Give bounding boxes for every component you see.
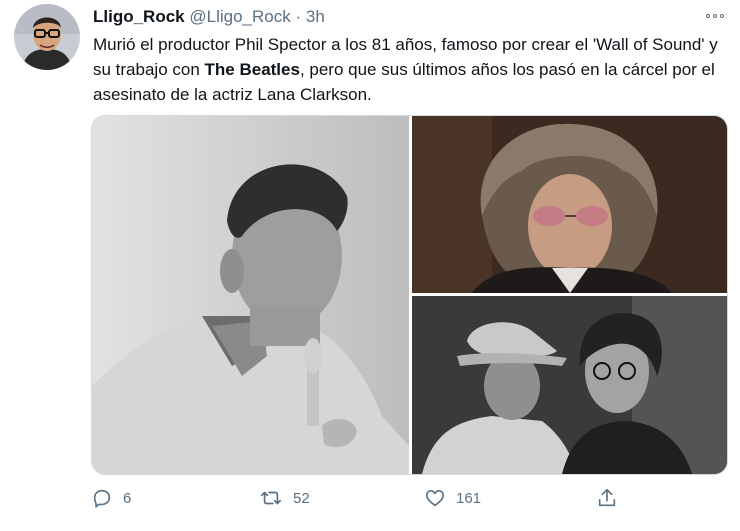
tweet-text: Murió el productor Phil Spector a los 81… — [93, 32, 733, 107]
author-handle[interactable]: @Lligo_Rock — [189, 7, 290, 26]
tweet-text-bold[interactable]: The Beatles — [205, 60, 300, 79]
separator: · — [295, 7, 302, 26]
more-options-icon[interactable] — [700, 8, 730, 24]
like-icon — [425, 490, 445, 507]
share-button[interactable] — [596, 483, 618, 513]
like-count: 161 — [456, 489, 482, 507]
studio-portrait-photo[interactable] — [92, 116, 409, 474]
timestamp[interactable]: 3h — [306, 7, 325, 26]
courtroom-portrait-photo[interactable] — [412, 116, 727, 293]
retweet-count: 52 — [293, 489, 310, 507]
avatar[interactable] — [14, 4, 80, 70]
reply-button[interactable]: 6 — [91, 483, 131, 513]
action-bar: 6 52 161 — [91, 483, 651, 513]
reply-icon — [93, 489, 111, 508]
like-button[interactable]: 161 — [424, 483, 481, 513]
two-men-in-hats-photo[interactable] — [412, 296, 727, 474]
tweet: Lligo_Rock @Lligo_Rock · 3h Murió el pro… — [0, 0, 740, 531]
tweet-header: Lligo_Rock @Lligo_Rock · 3h — [93, 7, 325, 27]
media-grid — [91, 115, 728, 475]
retweet-button[interactable]: 52 — [259, 483, 310, 513]
reply-count: 6 — [123, 489, 132, 507]
retweet-icon — [261, 491, 281, 505]
share-icon — [598, 488, 616, 507]
author-name[interactable]: Lligo_Rock — [93, 7, 185, 26]
